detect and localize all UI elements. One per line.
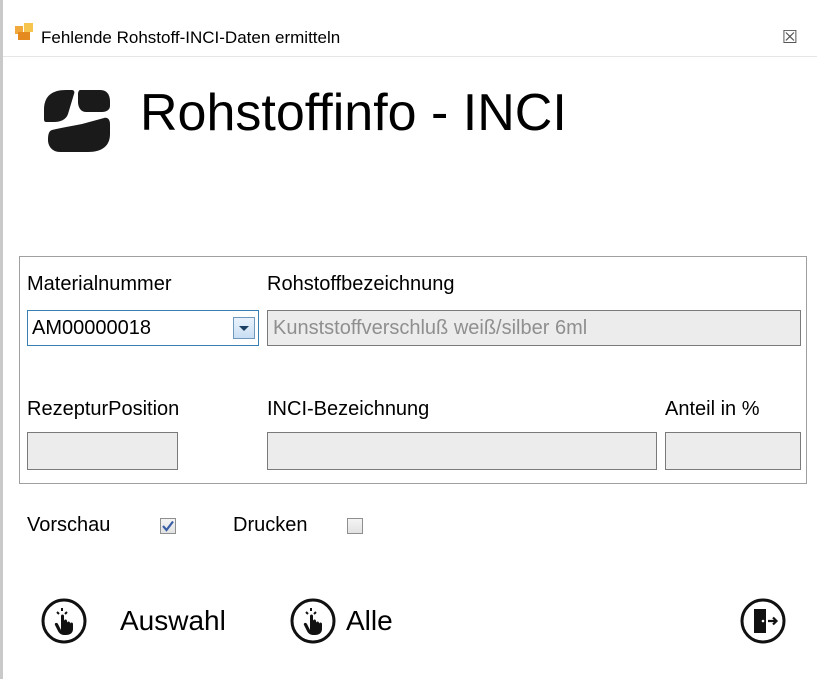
materialnummer-value: AM00000018 <box>32 317 151 339</box>
window-left-edge <box>0 0 3 679</box>
rezepturposition-field[interactable] <box>27 432 178 470</box>
auswahl-button-icon[interactable] <box>40 597 88 645</box>
rohstoffbezeichnung-field[interactable]: Kunststoffverschluß weiß/silber 6ml <box>267 310 801 346</box>
window-title: Fehlende Rohstoff-INCI-Daten ermitteln <box>41 28 341 47</box>
alle-button-icon[interactable] <box>289 597 337 645</box>
vorschau-label: Vorschau <box>27 514 111 536</box>
title-bar: Fehlende Rohstoff-INCI-Daten ermitteln ☒ <box>3 0 817 57</box>
inci-bezeichnung-label: INCI-Bezeichnung <box>267 398 430 420</box>
rohstoffbezeichnung-label: Rohstoffbezeichnung <box>267 273 455 295</box>
app-logo-icon <box>44 90 110 152</box>
close-icon[interactable]: ☒ <box>779 26 801 48</box>
checkmark-icon <box>162 520 174 532</box>
page-title: Rohstoffinfo - INCI <box>140 84 567 142</box>
anteil-field[interactable] <box>665 432 801 470</box>
materialnummer-combobox[interactable]: AM00000018 <box>27 310 259 346</box>
drucken-checkbox[interactable] <box>347 518 363 534</box>
app-window-icon <box>15 23 33 40</box>
exit-door-icon[interactable] <box>739 597 787 645</box>
drucken-label: Drucken <box>233 514 308 536</box>
vorschau-checkbox[interactable] <box>160 518 176 534</box>
dropdown-button[interactable] <box>233 317 255 339</box>
anteil-label: Anteil in % <box>665 398 760 420</box>
rezepturposition-label: RezepturPosition <box>27 398 180 420</box>
alle-button[interactable]: Alle <box>346 604 393 638</box>
inci-bezeichnung-field[interactable] <box>267 432 657 470</box>
materialnummer-label: Materialnummer <box>27 273 172 295</box>
auswahl-button[interactable]: Auswahl <box>120 604 226 638</box>
chevron-down-icon <box>239 326 249 331</box>
